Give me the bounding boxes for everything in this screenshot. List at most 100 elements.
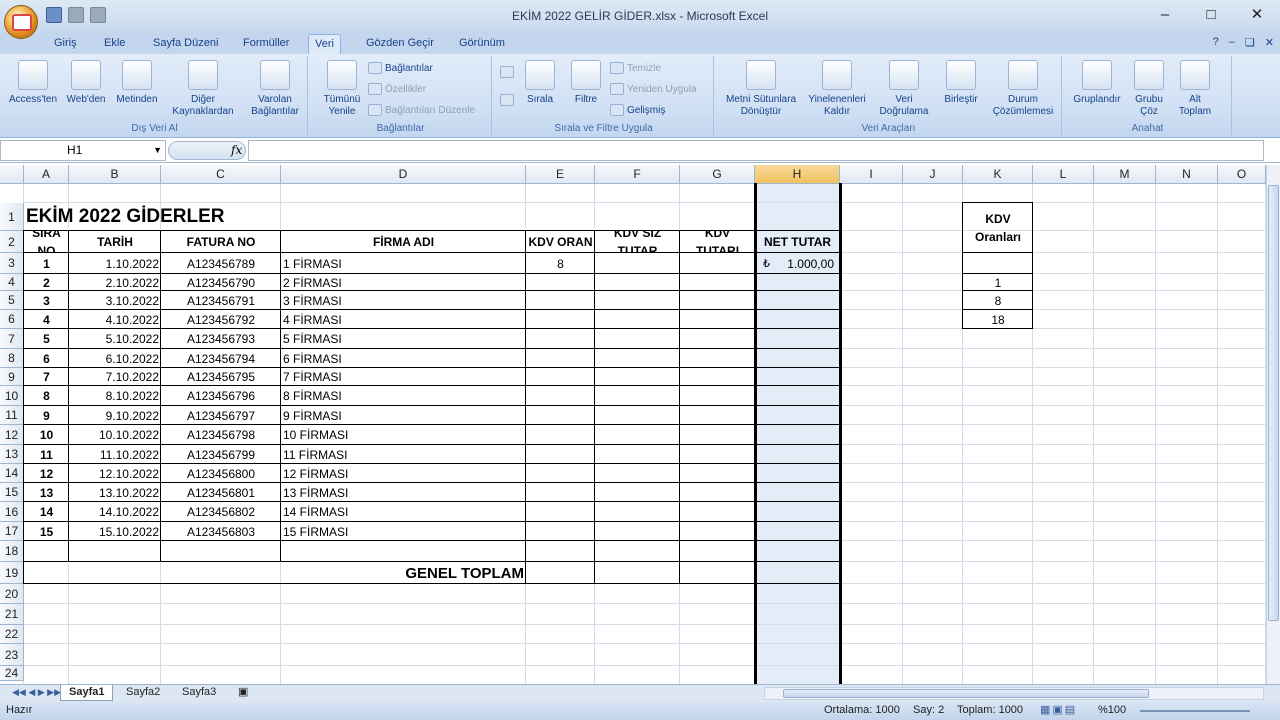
cell-firma-adi[interactable]: 5 FİRMASI bbox=[283, 329, 524, 349]
ribbon-minimize-icon[interactable]: – bbox=[1229, 36, 1235, 49]
cell-firma-adi[interactable]: 4 FİRMASI bbox=[283, 310, 524, 329]
column-header-n[interactable]: N bbox=[1156, 165, 1218, 184]
tumunu-yenile-button[interactable]: Tümünü Yenile bbox=[314, 60, 370, 118]
cell-firma-adi[interactable]: 8 FİRMASI bbox=[283, 386, 524, 406]
column-header-l[interactable]: L bbox=[1033, 165, 1094, 184]
cell-sira-no[interactable]: 7 bbox=[26, 368, 67, 386]
kdv-oran-value[interactable]: 8 bbox=[965, 291, 1031, 310]
cell-fatura-no[interactable]: A123456792 bbox=[163, 310, 279, 329]
row-header-14[interactable]: 14 bbox=[0, 464, 24, 483]
veri-dogrulama-button[interactable]: Veri Doğrulama bbox=[874, 60, 934, 118]
minimize-button[interactable]: – bbox=[1142, 0, 1188, 30]
cell-fatura-no[interactable]: A123456798 bbox=[163, 425, 279, 445]
cell-tarih[interactable]: 10.10.2022 bbox=[71, 425, 159, 445]
cell-firma-adi[interactable]: 11 FİRMASI bbox=[283, 445, 524, 464]
cell-tarih[interactable]: 3.10.2022 bbox=[71, 291, 159, 310]
row-header-16[interactable]: 16 bbox=[0, 502, 24, 522]
genel-toplam-label[interactable]: GENEL TOPLAM bbox=[26, 562, 524, 584]
column-header-o[interactable]: O bbox=[1218, 165, 1266, 184]
cell-sira-no[interactable]: 6 bbox=[26, 349, 67, 368]
row-header-6[interactable]: 6 bbox=[0, 310, 24, 329]
cell-firma-adi[interactable]: 15 FİRMASI bbox=[283, 522, 524, 541]
row-header-10[interactable]: 10 bbox=[0, 386, 24, 406]
cell-firma-adi[interactable]: 7 FİRMASI bbox=[283, 368, 524, 386]
birlestir-button[interactable]: Birleştir bbox=[936, 60, 986, 106]
row-header-8[interactable]: 8 bbox=[0, 349, 24, 368]
cell-tarih[interactable]: 9.10.2022 bbox=[71, 406, 159, 425]
row-header-13[interactable]: 13 bbox=[0, 445, 24, 464]
cell-sira-no[interactable]: 12 bbox=[26, 464, 67, 483]
cell-sira-no[interactable]: 9 bbox=[26, 406, 67, 425]
row-header-5[interactable]: 5 bbox=[0, 291, 24, 310]
baglantilari-duzenle-button[interactable]: Bağlantıları Düzenle bbox=[368, 104, 475, 116]
web-button[interactable]: Web'den bbox=[60, 60, 112, 106]
close-button[interactable]: ✕ bbox=[1234, 0, 1280, 30]
cell-tarih[interactable]: 12.10.2022 bbox=[71, 464, 159, 483]
tab-gorunum[interactable]: Görünüm bbox=[453, 34, 511, 54]
cell-fatura-no[interactable]: A123456797 bbox=[163, 406, 279, 425]
cell-sira-no[interactable]: 10 bbox=[26, 425, 67, 445]
zoom-level[interactable]: %100 bbox=[1098, 704, 1126, 716]
cell-sira-no[interactable]: 8 bbox=[26, 386, 67, 406]
header-tarih[interactable]: TARİH bbox=[71, 231, 159, 253]
cell-fatura-no[interactable]: A123456801 bbox=[163, 483, 279, 502]
cell-tarih[interactable]: 7.10.2022 bbox=[71, 368, 159, 386]
maximize-button[interactable]: □ bbox=[1188, 0, 1234, 30]
scroll-thumb[interactable] bbox=[783, 689, 1149, 698]
row-header-11[interactable]: 11 bbox=[0, 406, 24, 425]
temizle-button[interactable]: Temizle bbox=[610, 62, 661, 74]
row-header-19[interactable]: 19 bbox=[0, 562, 24, 584]
cell-tarih[interactable]: 1.10.2022 bbox=[71, 253, 159, 274]
cell-firma-adi[interactable]: 13 FİRMASI bbox=[283, 483, 524, 502]
column-header-i[interactable]: I bbox=[840, 165, 903, 184]
formula-input[interactable] bbox=[248, 140, 1264, 161]
row-header-21[interactable]: 21 bbox=[0, 604, 24, 625]
column-header-f[interactable]: F bbox=[595, 165, 680, 184]
column-header-h[interactable]: H bbox=[755, 165, 840, 184]
column-header-c[interactable]: C bbox=[161, 165, 281, 184]
cell-tarih[interactable]: 8.10.2022 bbox=[71, 386, 159, 406]
cell-fatura-no[interactable]: A123456795 bbox=[163, 368, 279, 386]
sirala-button[interactable]: Sırala bbox=[520, 60, 560, 106]
column-header-k[interactable]: K bbox=[963, 165, 1033, 184]
column-header-j[interactable]: J bbox=[903, 165, 963, 184]
worksheet-grid[interactable]: A B C D E F G H I J K L M N O 1 2 3 4 5 6 7 8 9 10 11 12 13 14 15 16 17… bbox=[0, 165, 1266, 684]
tab-giris[interactable]: Giriş bbox=[48, 34, 83, 54]
metinden-button[interactable]: Metinden bbox=[112, 60, 162, 106]
sheet-tab-sayfa1[interactable]: Sayfa1 bbox=[60, 685, 114, 701]
ozellikler-button[interactable]: Özellikler bbox=[368, 83, 426, 95]
row-header-3[interactable]: 3 bbox=[0, 253, 24, 274]
cell-fatura-no[interactable]: A123456796 bbox=[163, 386, 279, 406]
cell-firma-adi[interactable]: 2 FİRMASI bbox=[283, 274, 524, 291]
cell-fatura-no[interactable]: A123456794 bbox=[163, 349, 279, 368]
header-kdv-siz-tutar[interactable]: KDV SİZ TUTAR bbox=[597, 231, 678, 253]
select-all-corner[interactable] bbox=[0, 165, 24, 184]
tab-gozden-gecir[interactable]: Gözden Geçir bbox=[360, 34, 440, 54]
cell-tarih[interactable]: 5.10.2022 bbox=[71, 329, 159, 349]
header-fatura-no[interactable]: FATURA NO bbox=[163, 231, 279, 253]
alt-toplam-button[interactable]: Alt Toplam bbox=[1172, 60, 1218, 118]
column-header-e[interactable]: E bbox=[526, 165, 595, 184]
header-kdv-oran[interactable]: KDV ORAN bbox=[528, 231, 593, 253]
gelismis-button[interactable]: Gelişmiş bbox=[610, 104, 665, 116]
ribbon-close-icon[interactable]: ✕ bbox=[1265, 36, 1274, 49]
column-header-m[interactable]: M bbox=[1094, 165, 1156, 184]
row-header-17[interactable]: 17 bbox=[0, 522, 24, 541]
row-header-22[interactable]: 22 bbox=[0, 625, 24, 644]
cell-sira-no[interactable]: 3 bbox=[26, 291, 67, 310]
office-button[interactable] bbox=[4, 5, 38, 39]
cell-kdv-oran[interactable]: 8 bbox=[528, 253, 593, 274]
sort-desc-button[interactable] bbox=[500, 94, 514, 106]
yinelenenleri-kaldir-button[interactable]: Yinelenenleri Kaldır bbox=[804, 60, 870, 118]
row-header-1[interactable]: 1 bbox=[0, 203, 24, 231]
varolan-baglantilar-button[interactable]: Varolan Bağlantılar bbox=[246, 60, 304, 118]
cell-tarih[interactable]: 13.10.2022 bbox=[71, 483, 159, 502]
row-header-4[interactable]: 4 bbox=[0, 274, 24, 291]
tab-sayfa-duzeni[interactable]: Sayfa Düzeni bbox=[147, 34, 224, 54]
cell-firma-adi[interactable]: 3 FİRMASI bbox=[283, 291, 524, 310]
cell-sira-no[interactable]: 13 bbox=[26, 483, 67, 502]
cell-tarih[interactable]: 2.10.2022 bbox=[71, 274, 159, 291]
cell-tarih[interactable]: 15.10.2022 bbox=[71, 522, 159, 541]
cell-fatura-no[interactable]: A123456803 bbox=[163, 522, 279, 541]
cell-fatura-no[interactable]: A123456802 bbox=[163, 502, 279, 522]
